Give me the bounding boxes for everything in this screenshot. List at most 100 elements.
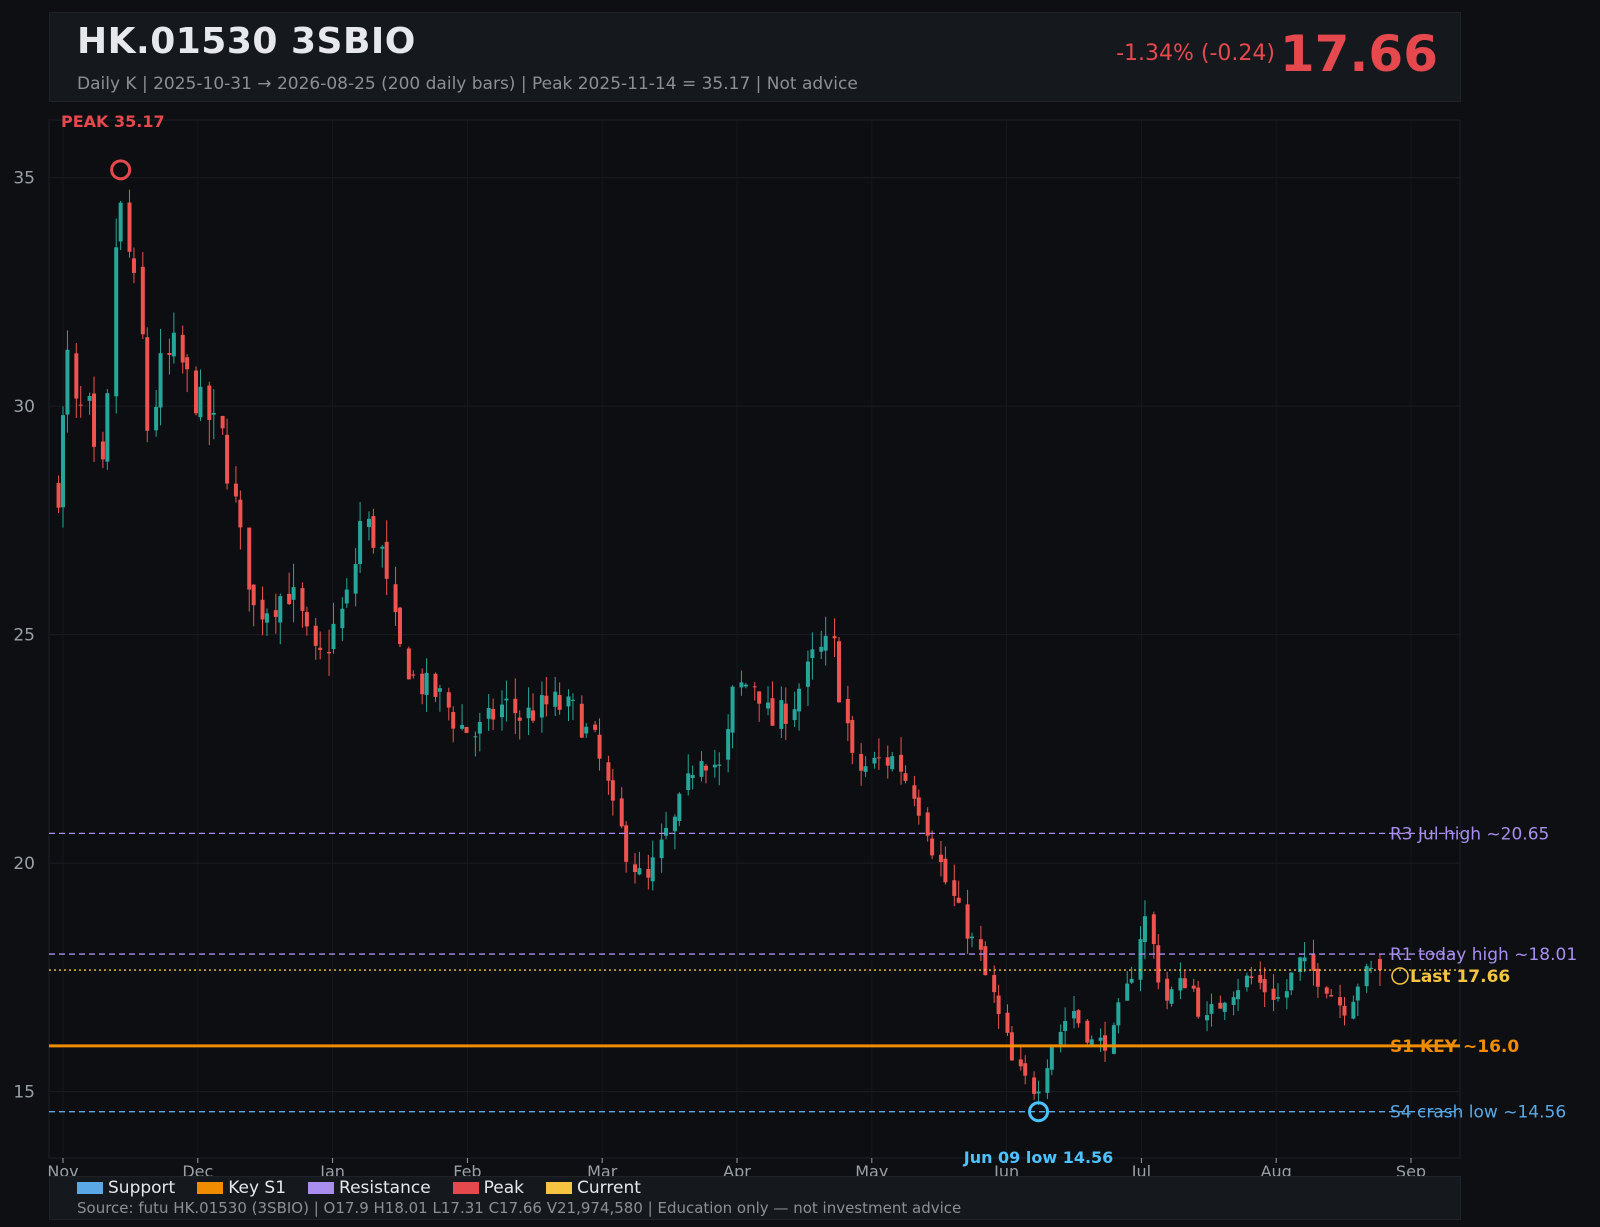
candle-body [872, 757, 877, 764]
candle-body [1098, 1037, 1103, 1041]
candle-body [930, 838, 935, 856]
candle-body [1089, 1039, 1094, 1045]
candle-body [264, 613, 269, 623]
candle-body [424, 672, 429, 696]
level-label: R1 today high ~18.01 [1390, 945, 1577, 965]
candle-body [983, 946, 988, 976]
candle-body [384, 541, 389, 579]
candle-body [757, 691, 762, 704]
candle-body [1205, 1015, 1210, 1021]
candle-body [792, 709, 797, 721]
candle-body [570, 699, 575, 701]
candle-body [859, 754, 864, 771]
candle-body [832, 636, 837, 639]
candle-body [610, 780, 615, 801]
candle-body [220, 415, 225, 429]
candle-body [579, 703, 584, 738]
candle-body [366, 518, 371, 527]
candle-body [56, 482, 61, 508]
candle-body [557, 695, 562, 710]
candle-body [92, 393, 97, 447]
candle-body [1351, 1001, 1356, 1019]
candle-body [531, 710, 536, 721]
candle-body [194, 370, 199, 414]
candle-body [1018, 1059, 1023, 1067]
candle-body [499, 704, 504, 718]
candle-body [304, 612, 309, 627]
candle-body [207, 385, 212, 421]
candle-body [1311, 954, 1316, 971]
candle-body [876, 757, 881, 759]
candle-body [411, 674, 416, 676]
candle-body [593, 724, 598, 730]
candle-body [1258, 975, 1263, 983]
legend-swatch [546, 1182, 573, 1194]
candle-body [180, 334, 185, 363]
candle-body [637, 868, 642, 875]
candlestick-chart: 1520253035Nov Dec Jan Feb Mar Apr May Jun Jul Aug… [13, 112, 1577, 1181]
candle-body [437, 688, 442, 692]
candle-body [211, 412, 216, 415]
candle-body [810, 649, 815, 659]
candle-body [1125, 983, 1130, 1001]
candle-body [544, 695, 549, 705]
candle-body [1231, 997, 1236, 1005]
candle-body [1045, 1068, 1050, 1093]
candle-body [451, 712, 456, 729]
candle-body [300, 588, 305, 611]
candle-body [965, 904, 970, 939]
candle-body [717, 764, 722, 766]
candle-body [185, 357, 190, 370]
candle-body [597, 734, 602, 759]
candle-body [278, 596, 283, 623]
source-note: Source: futu HK.01530 (3SBIO) | O17.9 H1… [77, 1199, 962, 1217]
candle-body [1138, 939, 1143, 980]
candle-body [1142, 916, 1147, 943]
candle-body [1209, 1004, 1214, 1014]
candle-body [318, 647, 323, 650]
legend-label: Peak [483, 1178, 525, 1198]
candle-body [393, 584, 398, 613]
y-tick-label: 15 [13, 1083, 35, 1103]
candle-body [1072, 1011, 1076, 1019]
candle-body [1377, 959, 1382, 971]
candle-body [1249, 976, 1254, 979]
candle-body [486, 708, 491, 719]
legend-swatch [452, 1182, 479, 1194]
legend-label: Current [577, 1178, 641, 1198]
candle-body [885, 757, 890, 766]
candle-body [327, 652, 332, 654]
candle-body [118, 202, 123, 242]
candle-body [845, 699, 850, 724]
candle-body [127, 202, 132, 252]
candle-body [1355, 986, 1360, 1001]
candle-body [584, 726, 589, 734]
candle-body [730, 686, 735, 733]
candle-body [65, 349, 70, 415]
candle-body [1165, 978, 1170, 1001]
candle-body [956, 897, 961, 903]
candle-body [916, 797, 921, 816]
candle-body [491, 709, 496, 720]
candle-body [566, 696, 571, 707]
candle-body [398, 607, 402, 645]
candle-body [287, 593, 292, 605]
candle-body [1085, 1020, 1090, 1043]
candle-body [406, 648, 411, 680]
candle-body [1196, 987, 1201, 1017]
legend-item-support: Support [77, 1178, 175, 1198]
candle-body [105, 393, 110, 462]
candle-body [1191, 985, 1196, 989]
candle-body [1271, 988, 1276, 1000]
candle-body [477, 721, 482, 734]
candle-body [344, 589, 349, 604]
candle-body [526, 707, 531, 719]
candle-body [912, 785, 917, 799]
candle-body [238, 499, 243, 528]
legend-label: Resistance [339, 1178, 431, 1198]
candle-body [1103, 1035, 1108, 1051]
candle-body [353, 564, 358, 594]
candle-body [1182, 978, 1187, 989]
candle-body [1275, 997, 1280, 999]
candle-body [131, 258, 136, 273]
